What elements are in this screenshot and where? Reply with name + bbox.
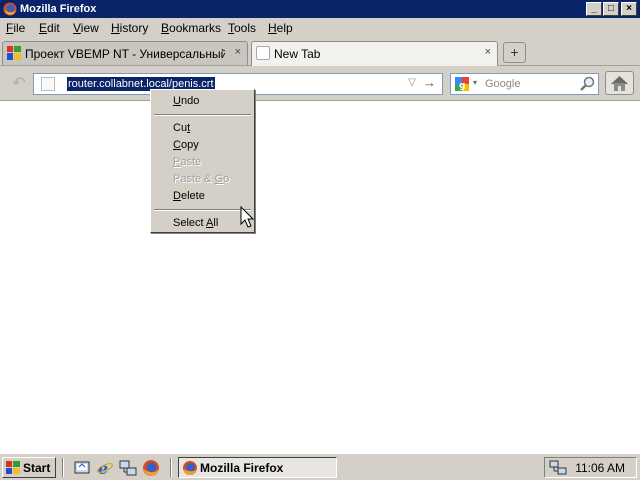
screen: Mozilla Firefox _ □ × File Edit View His… (0, 0, 640, 480)
start-button[interactable]: Start (2, 457, 56, 478)
menu-view[interactable]: View (73, 22, 99, 35)
network-status-icon[interactable] (549, 460, 567, 476)
search-engine-dropdown-icon[interactable]: ▾ (473, 78, 477, 87)
svg-text:g: g (459, 81, 465, 91)
network-icon[interactable] (119, 459, 137, 477)
windows-logo-icon (6, 461, 20, 474)
menu-item-paste-and-go: Paste & Go (173, 173, 230, 185)
menu-history[interactable]: History (111, 22, 148, 35)
search-input[interactable]: Google (485, 77, 520, 91)
quicklaunch-separator (170, 458, 172, 477)
taskbar-button-label: Mozilla Firefox (200, 461, 284, 475)
magnifier-icon[interactable] (579, 76, 595, 92)
menu-item-select-all[interactable]: Select All (173, 217, 218, 230)
blank-page-icon (256, 46, 270, 60)
back-button[interactable]: ↶ (8, 73, 30, 95)
tab-label: Проект VBEMP NT - Универсальный VE... (25, 47, 225, 61)
menu-file[interactable]: File (6, 22, 25, 35)
title-bar: Mozilla Firefox _ □ × (0, 0, 640, 18)
menu-item-delete[interactable]: Delete (173, 190, 205, 203)
menu-help[interactable]: Help (268, 22, 293, 35)
firefox-icon (183, 461, 197, 475)
close-button[interactable]: × (621, 2, 637, 16)
go-arrow-icon[interactable]: → (423, 75, 436, 90)
menu-separator (154, 209, 251, 211)
window-title: Mozilla Firefox (20, 3, 97, 15)
menu-item-undo[interactable]: Undo (173, 95, 199, 108)
quicklaunch-separator (62, 458, 64, 477)
windows-favicon-icon (7, 46, 21, 60)
system-tray: 11:06 AM (544, 457, 637, 478)
url-dropdown-icon[interactable]: ▽ (408, 77, 416, 88)
tab-close-icon[interactable]: × (235, 46, 241, 58)
menu-bookmarks[interactable]: Bookmarks (161, 22, 221, 35)
maximize-button[interactable]: □ (603, 2, 619, 16)
tab-new-tab[interactable]: New Tab × (251, 41, 498, 66)
mouse-cursor-icon (240, 206, 255, 228)
tab-vbemp[interactable]: Проект VBEMP NT - Универсальный VE... × (2, 41, 248, 65)
show-desktop-icon[interactable] (73, 459, 91, 477)
minimize-button[interactable]: _ (586, 2, 602, 16)
internet-explorer-icon[interactable]: e (96, 459, 114, 477)
firefox-icon[interactable] (142, 459, 160, 477)
menu-item-copy[interactable]: Copy (173, 139, 199, 152)
menu-tools[interactable]: Tools (228, 22, 256, 35)
page-favicon-icon (41, 77, 55, 91)
home-icon (611, 76, 628, 91)
start-label: Start (23, 461, 51, 475)
menu-separator (154, 114, 251, 116)
firefox-icon (3, 2, 17, 16)
tab-strip: Проект VBEMP NT - Универсальный VE... × … (0, 39, 640, 66)
page-content[interactable] (0, 101, 640, 453)
search-bar[interactable]: g ▾ Google (450, 73, 599, 95)
navigation-toolbar: ↶ router.collabnet.local/penis.crt ▽ → g… (0, 66, 640, 101)
tab-close-icon[interactable]: × (485, 46, 491, 58)
home-button[interactable] (605, 71, 634, 95)
tab-label: New Tab (274, 47, 321, 61)
menu-edit[interactable]: Edit (39, 22, 60, 35)
taskbar: Start e Mozilla Firefox 11:06 AM (0, 453, 640, 480)
menu-bar: File Edit View History Bookmarks Tools H… (0, 18, 640, 39)
google-logo-icon: g (455, 77, 469, 91)
taskbar-button-firefox[interactable]: Mozilla Firefox (178, 457, 337, 478)
new-tab-button[interactable]: + (503, 42, 526, 63)
menu-item-cut[interactable]: Cut (173, 122, 190, 135)
clock[interactable]: 11:06 AM (575, 461, 625, 475)
menu-item-paste: Paste (173, 156, 202, 168)
